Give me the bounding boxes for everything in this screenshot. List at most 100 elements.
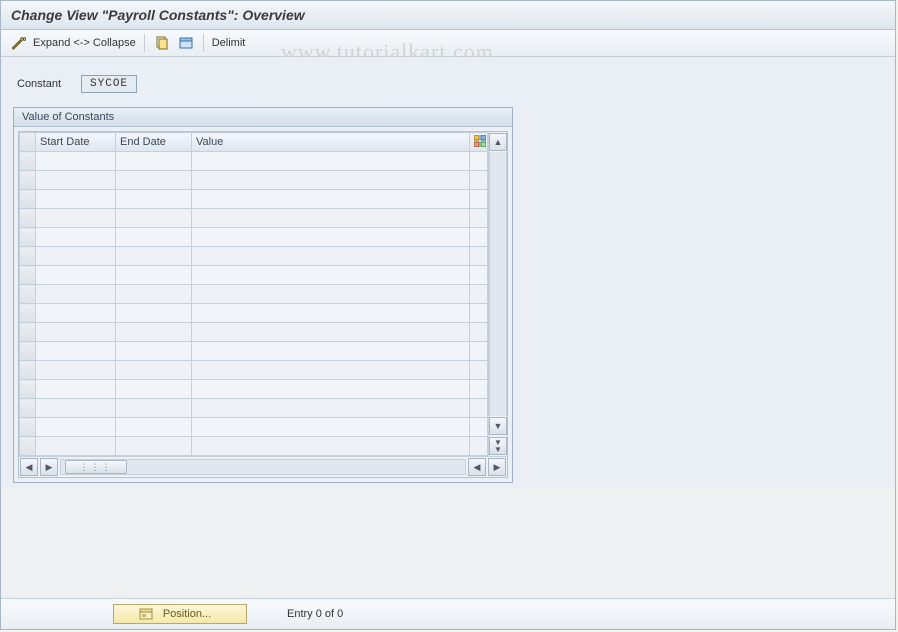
cell[interactable] bbox=[192, 361, 470, 380]
cell[interactable] bbox=[192, 380, 470, 399]
cell[interactable] bbox=[116, 285, 192, 304]
cell[interactable] bbox=[116, 152, 192, 171]
row-selector[interactable] bbox=[20, 285, 36, 304]
page-title: Change View "Payroll Constants": Overvie… bbox=[1, 1, 895, 30]
cell[interactable] bbox=[116, 190, 192, 209]
cell-pad bbox=[470, 380, 488, 399]
expand-collapse-button[interactable]: Expand <-> Collapse bbox=[33, 37, 136, 49]
cell[interactable] bbox=[192, 209, 470, 228]
cell-pad bbox=[470, 399, 488, 418]
row-selector[interactable] bbox=[20, 323, 36, 342]
horizontal-scrollbar[interactable]: ◀ ▶ ⋮⋮⋮ ◀ ▶ bbox=[19, 456, 507, 477]
cell[interactable] bbox=[116, 399, 192, 418]
hscroll-thumb[interactable]: ⋮⋮⋮ bbox=[65, 460, 127, 474]
row-selector[interactable] bbox=[20, 418, 36, 437]
cell[interactable] bbox=[116, 342, 192, 361]
copy-icon[interactable] bbox=[153, 34, 171, 52]
table-row bbox=[20, 228, 488, 247]
cell[interactable] bbox=[192, 285, 470, 304]
pencil-glasses-icon[interactable] bbox=[9, 34, 27, 52]
select-all-icon[interactable] bbox=[177, 34, 195, 52]
row-selector[interactable] bbox=[20, 380, 36, 399]
delimit-button[interactable]: Delimit bbox=[212, 37, 246, 49]
scroll-up-icon[interactable]: ▲ bbox=[489, 133, 507, 151]
table-row bbox=[20, 304, 488, 323]
cell[interactable] bbox=[36, 285, 116, 304]
cell-pad bbox=[470, 418, 488, 437]
scroll-end-icon[interactable]: ▼▼ bbox=[489, 437, 507, 455]
table-row bbox=[20, 209, 488, 228]
cell[interactable] bbox=[116, 304, 192, 323]
cell[interactable] bbox=[36, 323, 116, 342]
table-row bbox=[20, 399, 488, 418]
cell[interactable] bbox=[116, 323, 192, 342]
cell[interactable] bbox=[192, 399, 470, 418]
cell[interactable] bbox=[192, 437, 470, 456]
row-select-header[interactable] bbox=[20, 133, 36, 152]
cell[interactable] bbox=[36, 247, 116, 266]
cell[interactable] bbox=[36, 304, 116, 323]
row-selector[interactable] bbox=[20, 209, 36, 228]
cell[interactable] bbox=[192, 266, 470, 285]
configure-columns-icon[interactable] bbox=[470, 133, 488, 152]
row-selector[interactable] bbox=[20, 171, 36, 190]
row-selector[interactable] bbox=[20, 399, 36, 418]
cell[interactable] bbox=[36, 190, 116, 209]
row-selector[interactable] bbox=[20, 304, 36, 323]
vertical-scrollbar[interactable]: ▲ ▼ ▼▼ bbox=[488, 132, 507, 456]
col-end-date[interactable]: End Date bbox=[116, 133, 192, 152]
cell[interactable] bbox=[116, 266, 192, 285]
cell[interactable] bbox=[36, 152, 116, 171]
col-start-date[interactable]: Start Date bbox=[36, 133, 116, 152]
table-row bbox=[20, 247, 488, 266]
cell[interactable] bbox=[116, 228, 192, 247]
row-selector[interactable] bbox=[20, 228, 36, 247]
cell[interactable] bbox=[36, 437, 116, 456]
cell[interactable] bbox=[192, 418, 470, 437]
cell[interactable] bbox=[36, 399, 116, 418]
row-selector[interactable] bbox=[20, 437, 36, 456]
cell[interactable] bbox=[36, 342, 116, 361]
cell[interactable] bbox=[36, 228, 116, 247]
scroll-down-icon[interactable]: ▼ bbox=[489, 417, 507, 435]
col-value[interactable]: Value bbox=[192, 133, 470, 152]
cell[interactable] bbox=[192, 190, 470, 209]
row-selector[interactable] bbox=[20, 152, 36, 171]
scroll-right-icon[interactable]: ▶ bbox=[488, 458, 506, 476]
row-selector[interactable] bbox=[20, 266, 36, 285]
cell[interactable] bbox=[116, 247, 192, 266]
table-row bbox=[20, 266, 488, 285]
cell[interactable] bbox=[116, 209, 192, 228]
scroll-right-step-icon[interactable]: ▶ bbox=[40, 458, 58, 476]
cell[interactable] bbox=[192, 152, 470, 171]
row-selector[interactable] bbox=[20, 342, 36, 361]
cell[interactable] bbox=[36, 171, 116, 190]
cell[interactable] bbox=[36, 266, 116, 285]
scroll-left-icon[interactable]: ◀ bbox=[20, 458, 38, 476]
row-selector[interactable] bbox=[20, 247, 36, 266]
cell-pad bbox=[470, 152, 488, 171]
table-row bbox=[20, 361, 488, 380]
table-row bbox=[20, 418, 488, 437]
row-selector[interactable] bbox=[20, 361, 36, 380]
cell[interactable] bbox=[192, 342, 470, 361]
cell[interactable] bbox=[36, 418, 116, 437]
cell[interactable] bbox=[36, 361, 116, 380]
cell[interactable] bbox=[116, 437, 192, 456]
cell[interactable] bbox=[116, 380, 192, 399]
cell[interactable] bbox=[192, 228, 470, 247]
cell[interactable] bbox=[36, 380, 116, 399]
cell[interactable] bbox=[192, 304, 470, 323]
cell[interactable] bbox=[192, 323, 470, 342]
cell[interactable] bbox=[192, 247, 470, 266]
group-title: Value of Constants bbox=[14, 108, 512, 127]
cell[interactable] bbox=[116, 171, 192, 190]
cell[interactable] bbox=[116, 361, 192, 380]
toolbar: Expand <-> Collapse Delimit bbox=[1, 30, 895, 57]
position-button[interactable]: Position... bbox=[113, 604, 247, 624]
row-selector[interactable] bbox=[20, 190, 36, 209]
cell[interactable] bbox=[116, 418, 192, 437]
cell[interactable] bbox=[36, 209, 116, 228]
cell[interactable] bbox=[192, 171, 470, 190]
scroll-left-end-icon[interactable]: ◀ bbox=[468, 458, 486, 476]
